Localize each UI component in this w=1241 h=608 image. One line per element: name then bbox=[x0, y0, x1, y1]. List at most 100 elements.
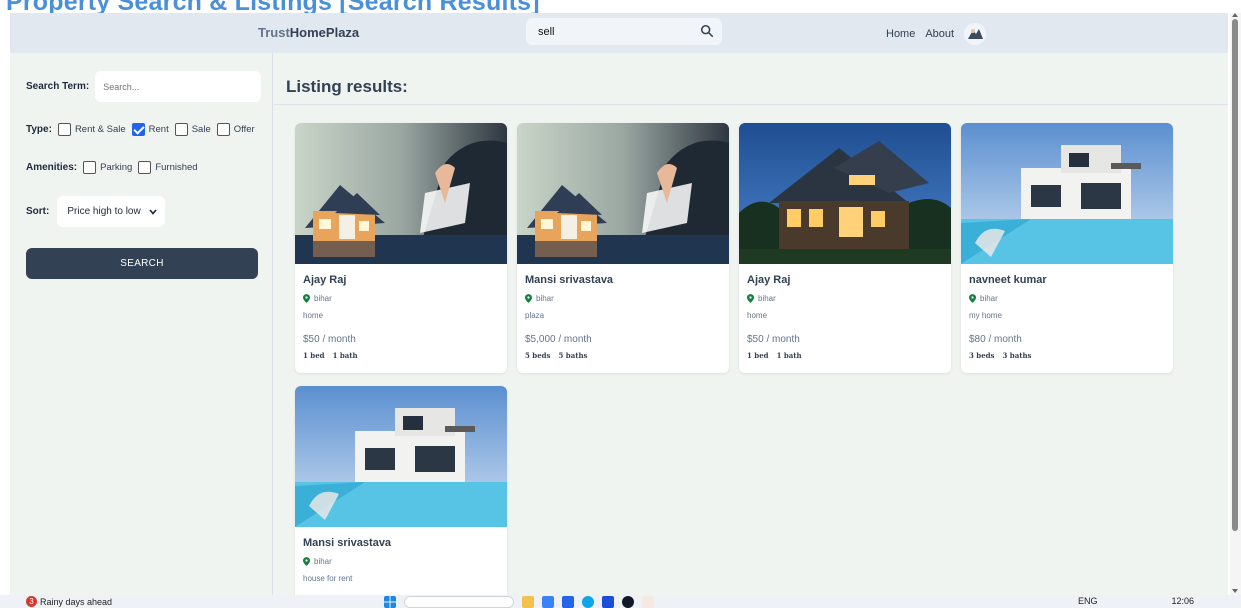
listing-card[interactable]: Mansi srivastava bihar house for rent bbox=[295, 386, 507, 595]
listing-card[interactable]: Mansi srivastava bihar plaza $5,000 / mo… bbox=[517, 123, 729, 373]
system-tray: ENG 12:06 bbox=[1078, 596, 1194, 606]
listing-baths: 1 bath bbox=[332, 351, 358, 360]
type-option-offer[interactable]: Offer bbox=[216, 123, 255, 136]
search-term-input[interactable] bbox=[95, 71, 262, 102]
checkbox-offer[interactable] bbox=[216, 123, 230, 136]
listing-baths: 1 bath bbox=[776, 351, 802, 360]
listing-beds: 1 bed bbox=[303, 351, 325, 360]
app-icon[interactable] bbox=[622, 596, 634, 608]
nav-about-link[interactable]: About bbox=[925, 28, 954, 40]
checkbox-furnished[interactable] bbox=[138, 161, 152, 174]
page-scrollbar[interactable] bbox=[1230, 13, 1241, 595]
listing-price: $50 / month bbox=[303, 334, 356, 345]
type-option-label: Rent & Sale bbox=[74, 124, 126, 135]
map-pin-icon bbox=[525, 294, 532, 303]
app-icon[interactable] bbox=[642, 596, 654, 608]
app-icon[interactable] bbox=[562, 596, 574, 608]
listing-location: bihar bbox=[747, 294, 943, 303]
checkbox-rent-and-sale[interactable] bbox=[57, 123, 71, 136]
header-nav: Home About bbox=[886, 23, 987, 45]
nav-home-link[interactable]: Home bbox=[886, 28, 915, 40]
type-option-rent-and-sale[interactable]: Rent & Sale bbox=[57, 123, 126, 136]
listing-location: bihar bbox=[303, 294, 499, 303]
logo-light-text: Trust bbox=[258, 25, 290, 40]
file-explorer-icon[interactable] bbox=[522, 596, 534, 608]
type-option-rent[interactable]: Rent bbox=[131, 123, 169, 136]
listing-name: Ajay Raj bbox=[303, 274, 347, 286]
amenity-option-label: Furnished bbox=[155, 162, 198, 173]
page-title: Listing results: bbox=[286, 77, 408, 96]
search-button[interactable]: SEARCH bbox=[26, 248, 258, 279]
header-search bbox=[526, 18, 722, 45]
listing-name: Mansi srivastava bbox=[303, 537, 392, 549]
house-with-document-image bbox=[295, 123, 507, 264]
listing-baths: 3 baths bbox=[1002, 351, 1032, 360]
sort-select[interactable]: Price high to low bbox=[57, 196, 166, 227]
listing-location-text: bihar bbox=[536, 294, 554, 303]
pool-villa-image bbox=[961, 123, 1173, 264]
listing-name: navneet kumar bbox=[969, 274, 1047, 286]
pool-villa-image bbox=[295, 386, 507, 527]
listing-location: bihar bbox=[969, 294, 1165, 303]
language-indicator[interactable]: ENG bbox=[1078, 596, 1098, 606]
logo-bold-text: HomePlaza bbox=[289, 25, 360, 40]
map-pin-icon bbox=[303, 557, 310, 566]
sort-selected-value: Price high to low bbox=[67, 206, 141, 217]
map-pin-icon bbox=[747, 294, 754, 303]
browser-icon[interactable] bbox=[582, 596, 594, 608]
map-pin-icon bbox=[969, 294, 976, 303]
app-icon[interactable] bbox=[602, 596, 614, 608]
avatar[interactable] bbox=[964, 23, 987, 45]
checkbox-sale[interactable] bbox=[174, 123, 188, 136]
search-term-row: Search Term: bbox=[26, 71, 262, 102]
site-logo[interactable]: TrustHomePlaza bbox=[258, 25, 359, 40]
listing-description: my home bbox=[969, 311, 1002, 320]
scrollbar-thumb[interactable] bbox=[1232, 19, 1238, 531]
listing-location-text: bihar bbox=[314, 294, 332, 303]
listing-beds: 3 beds bbox=[969, 351, 995, 360]
clock[interactable]: 12:06 bbox=[1172, 596, 1195, 606]
type-label: Type: bbox=[26, 124, 52, 135]
search-term-label: Search Term: bbox=[26, 81, 90, 92]
listing-card[interactable]: Ajay Raj bihar home $50 / month 1 bed 1 b… bbox=[295, 123, 507, 373]
browser-viewport: TrustHomePlaza Home About bbox=[10, 13, 1228, 595]
scroll-down-arrow-icon[interactable] bbox=[1232, 589, 1238, 593]
checkbox-rent[interactable] bbox=[131, 123, 145, 136]
listing-beds: 1 bed bbox=[747, 351, 769, 360]
listing-description: home bbox=[303, 311, 324, 320]
type-row: Type: Rent & Sale Rent Sale Offer bbox=[26, 123, 261, 136]
search-icon[interactable] bbox=[700, 24, 714, 38]
listing-location-text: bihar bbox=[980, 294, 998, 303]
listing-description: plaza bbox=[525, 311, 545, 320]
listing-description: home bbox=[747, 311, 768, 320]
listing-location: bihar bbox=[303, 557, 499, 566]
amenity-option-furnished[interactable]: Furnished bbox=[138, 161, 198, 174]
type-option-sale[interactable]: Sale bbox=[174, 123, 211, 136]
sort-label: Sort: bbox=[26, 206, 50, 217]
amenity-option-label: Parking bbox=[100, 162, 133, 173]
listing-location: bihar bbox=[525, 294, 721, 303]
type-option-label: Rent bbox=[148, 124, 169, 135]
listing-specs: 3 beds 3 baths bbox=[969, 351, 1165, 360]
listing-card[interactable]: navneet kumar bihar my home $80 / month … bbox=[961, 123, 1173, 373]
taskbar-search-box[interactable] bbox=[404, 596, 514, 608]
listing-card[interactable]: Ajay Raj bihar home $50 / month 1 bed 1 b… bbox=[739, 123, 951, 373]
weather-widget[interactable]: 3 Rainy days ahead bbox=[26, 596, 112, 607]
listing-price: $5,000 / month bbox=[525, 334, 592, 345]
listing-name: Ajay Raj bbox=[747, 274, 791, 286]
amenities-label: Amenities: bbox=[26, 162, 78, 173]
amenity-option-parking[interactable]: Parking bbox=[83, 161, 132, 174]
os-taskbar: 3 Rainy days ahead ENG 12:06 bbox=[0, 595, 1241, 608]
amenities-row: Amenities: Parking Furnished bbox=[26, 161, 204, 174]
checkbox-parking[interactable] bbox=[83, 161, 97, 174]
listing-name: Mansi srivastava bbox=[525, 274, 614, 286]
scroll-up-arrow-icon[interactable] bbox=[1232, 13, 1238, 17]
windows-start-icon[interactable] bbox=[384, 596, 396, 608]
header-search-input[interactable] bbox=[526, 18, 694, 45]
listing-location-text: bihar bbox=[758, 294, 776, 303]
chevron-down-icon bbox=[149, 208, 157, 215]
app-icon[interactable] bbox=[542, 596, 554, 608]
app-header: TrustHomePlaza Home About bbox=[10, 13, 1228, 53]
listing-specs: 1 bed 1 bath bbox=[747, 351, 943, 360]
type-option-label: Sale bbox=[191, 124, 211, 135]
